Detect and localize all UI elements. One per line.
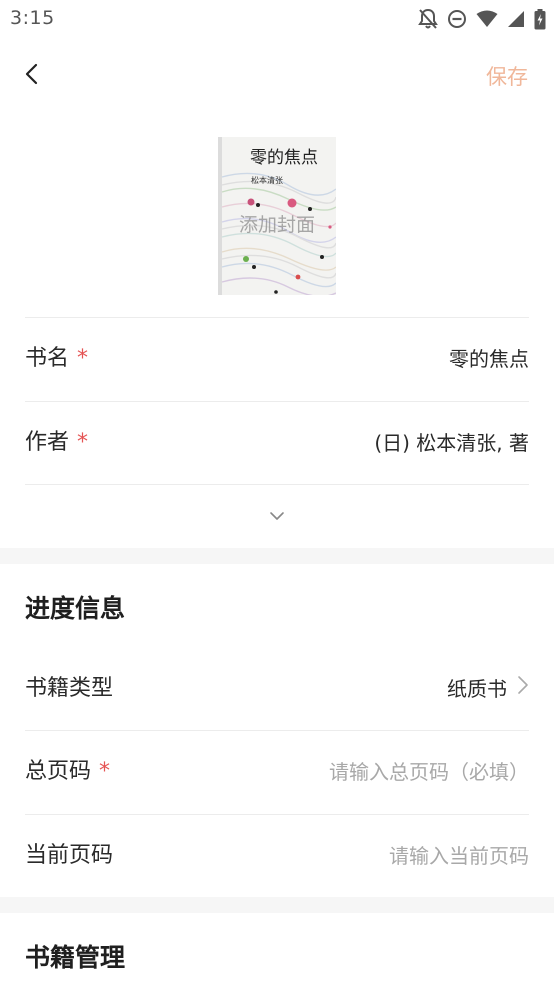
wifi-icon (476, 10, 498, 28)
title-row[interactable]: 书名 * 零的焦点 (25, 318, 529, 400)
current-page-input[interactable]: 请输入当前页码 (389, 815, 529, 897)
cover-author: 松本清张 (251, 175, 283, 185)
book-type-value: 纸质书 (447, 677, 507, 701)
expand-more-button[interactable] (267, 506, 287, 526)
author-value[interactable]: (日) 松本清张, 著 (374, 402, 529, 484)
progress-section-heading: 进度信息 (25, 594, 126, 623)
book-cover[interactable]: 零的焦点 松本清张 添加封面 (218, 137, 336, 295)
author-label-text: 作者 (25, 430, 70, 455)
total-pages-input[interactable]: 请输入总页码（必填） (329, 731, 529, 813)
title-value[interactable]: 零的焦点 (449, 318, 529, 400)
management-section-heading: 书籍管理 (25, 943, 126, 972)
book-type-label: 书籍类型 (25, 676, 114, 701)
author-label: 作者 * (25, 402, 88, 484)
signal-icon (507, 10, 525, 28)
book-type-row[interactable]: 书籍类型 纸质书 (25, 648, 529, 730)
total-pages-label: 总页码 * (25, 731, 110, 813)
total-pages-label-text: 总页码 (25, 759, 92, 784)
bell-off-icon (418, 8, 438, 30)
cover-title: 零的焦点 (250, 148, 318, 168)
status-icons (418, 8, 546, 30)
add-cover-label: 添加封面 (238, 214, 315, 236)
current-page-label: 当前页码 (25, 843, 114, 868)
battery-icon (534, 8, 546, 30)
do-not-disturb-icon (447, 9, 467, 29)
total-pages-row[interactable]: 总页码 * 请输入总页码（必填） (25, 731, 529, 813)
chevron-left-icon (24, 62, 40, 90)
title-label-text: 书名 (25, 346, 70, 371)
back-button[interactable] (14, 58, 50, 94)
current-page-row[interactable]: 当前页码 请输入当前页码 (25, 815, 529, 897)
divider (25, 484, 529, 485)
status-time: 3:15 (10, 7, 55, 29)
required-mark: * (77, 430, 89, 455)
chevron-down-icon (267, 511, 287, 530)
book-type-value-wrap[interactable]: 纸质书 (447, 648, 529, 730)
author-row[interactable]: 作者 * (日) 松本清张, 著 (25, 402, 529, 484)
section-gap (0, 897, 554, 913)
required-mark: * (77, 346, 89, 371)
chevron-right-icon (517, 648, 529, 730)
nav-bar: 保存 (0, 50, 554, 102)
save-button[interactable]: 保存 (486, 61, 528, 91)
title-label: 书名 * (25, 318, 88, 400)
required-mark: * (99, 759, 111, 784)
section-gap (0, 548, 554, 564)
status-bar: 3:15 (0, 0, 554, 38)
